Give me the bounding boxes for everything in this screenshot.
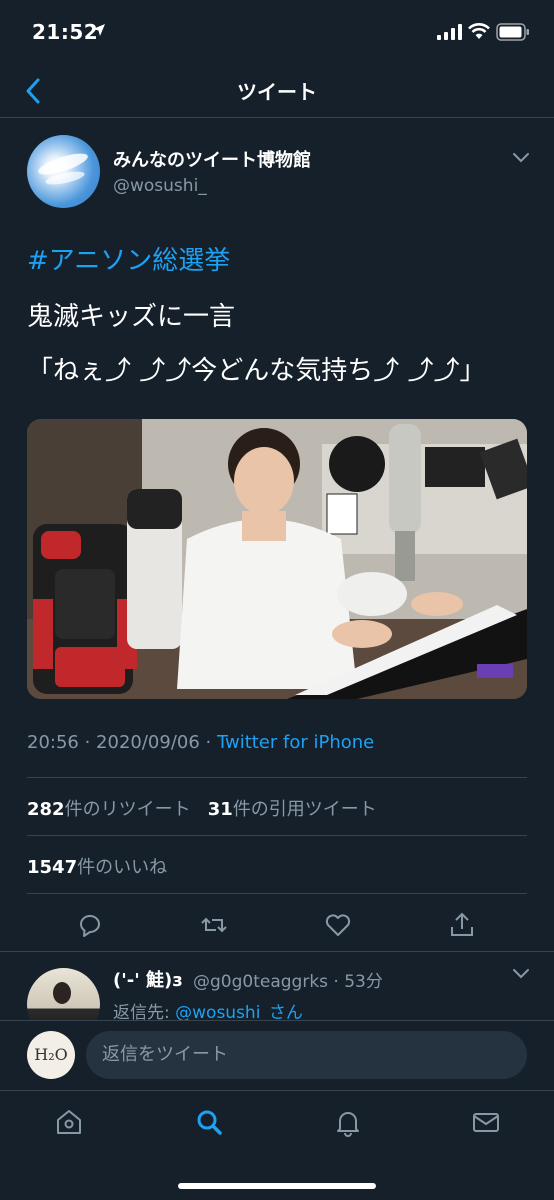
tweet-text-line: 「ねぇ⤴︎ ⤴︎⤴︎今どんな気持ち⤴︎ ⤴︎⤴︎」 [27, 356, 486, 386]
quotes-stat[interactable]: 31件の引用ツイート [208, 799, 377, 820]
tweet-body: #アニソン総選挙 鬼滅キッズに一言 「ねぇ⤴︎ ⤴︎⤴︎今どんな気持ち⤴︎ ⤴︎… [27, 240, 527, 390]
divider [27, 777, 527, 778]
mention-link[interactable]: @wosushi_さん [175, 1003, 303, 1020]
tweet-source-link[interactable]: Twitter for iPhone [217, 732, 374, 753]
home-indicator[interactable] [178, 1183, 376, 1189]
reply-avatar[interactable] [27, 968, 100, 1020]
notifications-bell-icon[interactable] [333, 1107, 363, 1137]
divider [27, 835, 527, 836]
status-bar: 21:52 [0, 0, 554, 66]
retweet-icon[interactable] [199, 910, 229, 940]
battery-icon [496, 23, 529, 41]
search-icon[interactable] [194, 1107, 224, 1137]
messages-mail-icon[interactable] [471, 1107, 501, 1137]
tweet-author: みんなのツイート博物館 @wosushi_ [0, 118, 554, 218]
tweet-datetime: 20:56 · 2020/09/06 · [27, 732, 217, 753]
reply-tweet[interactable]: ('-' 鮭)з @g0g0teaggrks · 53分 返信先: @wosus… [0, 952, 554, 1020]
author-handle: @wosushi_ [113, 176, 207, 196]
author-avatar[interactable] [27, 135, 100, 208]
video-thumbnail [27, 419, 527, 699]
tweet-action-bar [0, 900, 554, 950]
wifi-icon [468, 23, 490, 39]
location-arrow-icon [93, 24, 105, 36]
engagement-stats: 282件のリツイート 31件の引用ツイート [27, 795, 377, 821]
page-title: ツイート [237, 80, 317, 104]
divider [27, 893, 527, 894]
reply-icon[interactable] [75, 910, 105, 940]
home-icon[interactable] [54, 1107, 84, 1137]
like-heart-icon[interactable] [323, 910, 353, 940]
user-avatar[interactable]: H₂O [27, 1031, 75, 1079]
tweet-timestamp: 20:56 · 2020/09/06 · Twitter for iPhone [27, 732, 374, 753]
reply-input[interactable]: 返信をツイート [86, 1031, 527, 1079]
chevron-down-icon[interactable] [512, 152, 530, 164]
author-name[interactable]: みんなのツイート博物館 [113, 146, 311, 172]
reply-compose-bar: H₂O 返信をツイート [0, 1020, 554, 1090]
cellular-signal-icon [437, 24, 462, 40]
share-icon[interactable] [447, 910, 477, 940]
status-time: 21:52 [32, 20, 99, 44]
tweet-media-image[interactable] [27, 419, 527, 699]
tweet-text-line: 鬼滅キッズに一言 [27, 302, 236, 332]
reply-author-name[interactable]: ('-' 鮭)з [113, 966, 183, 992]
retweets-stat[interactable]: 282件のリツイート [27, 799, 191, 820]
hashtag-link[interactable]: #アニソン総選挙 [27, 240, 527, 280]
chevron-down-icon[interactable] [512, 968, 530, 980]
reply-to-line: 返信先: @wosushi_さん [113, 998, 303, 1020]
reply-handle-time: @g0g0teaggrks · 53分 [193, 972, 383, 992]
navigation-bar: ツイート [0, 66, 554, 118]
likes-stat[interactable]: 1547件のいいね [27, 853, 167, 879]
